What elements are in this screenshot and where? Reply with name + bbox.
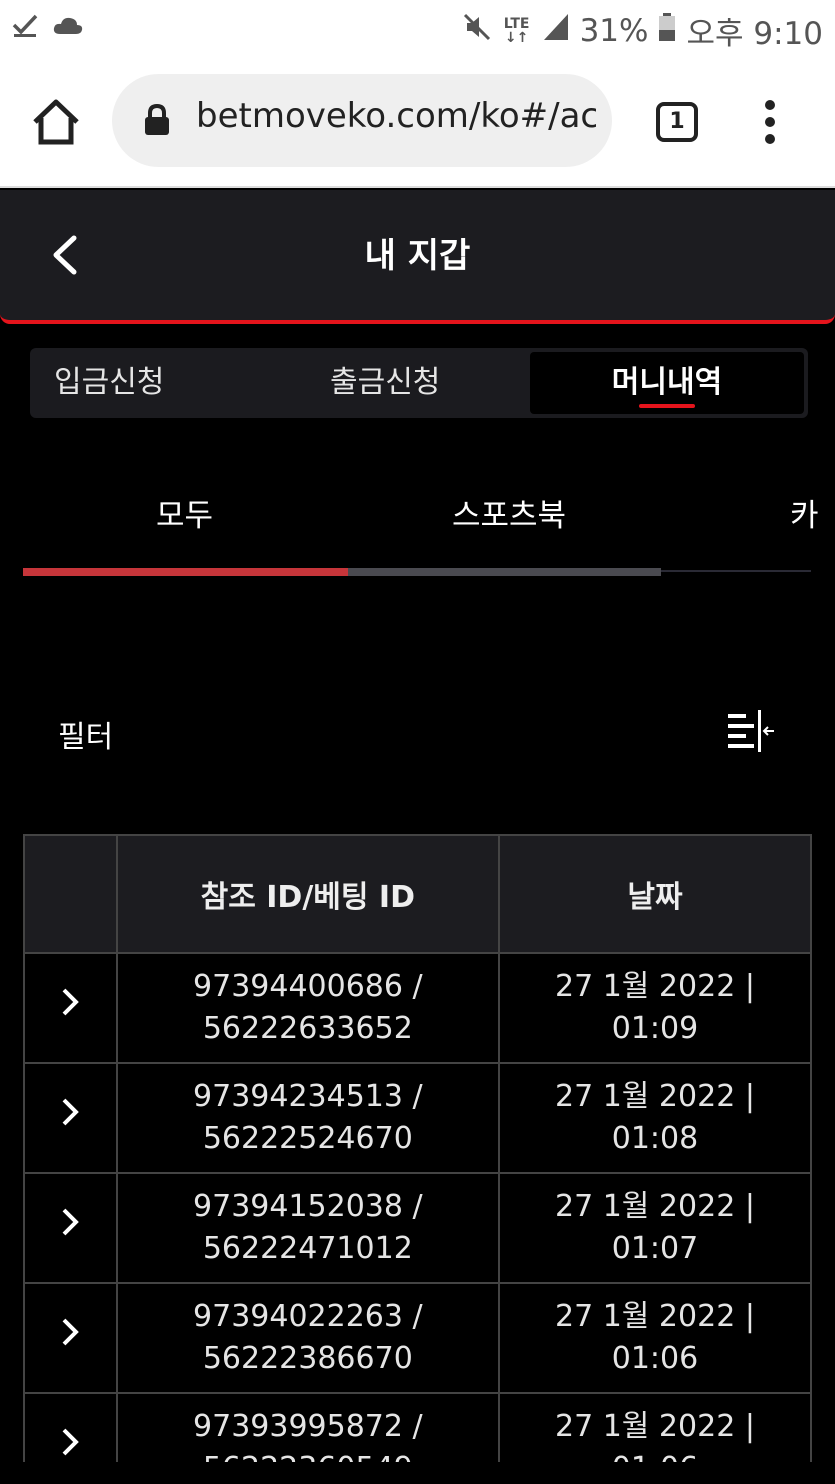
- date: 27 1월 2022 |: [555, 1079, 755, 1114]
- battery-icon: [658, 12, 676, 50]
- expand-cell[interactable]: [23, 1282, 118, 1394]
- home-button[interactable]: [30, 98, 82, 146]
- chevron-right-icon: [62, 1208, 80, 1236]
- date: 27 1월 2022 |: [555, 1299, 755, 1334]
- time: 01:06: [611, 1341, 699, 1376]
- table-row[interactable]: 97394234513 / 56222524670 27 1월 2022 | 01:…: [23, 1062, 813, 1174]
- bet-id: 56222633652: [202, 1011, 413, 1046]
- date-cell: 27 1월 2022 | 01:07: [497, 1172, 813, 1284]
- table-row[interactable]: 97394022263 / 56222386670 27 1월 2022 | 01:…: [23, 1282, 813, 1394]
- bet-id: 56222386670: [202, 1341, 413, 1376]
- header-date: 날짜: [497, 834, 813, 954]
- expand-cell[interactable]: [23, 1062, 118, 1174]
- segment-tabs: 입금신청 출금신청 머니내역: [30, 348, 808, 418]
- network-type: LTE: [503, 15, 530, 32]
- date: 27 1월 2022 |: [555, 1409, 755, 1444]
- tab-deposit[interactable]: 입금신청: [54, 348, 164, 418]
- bet-id: 56222471012: [202, 1231, 413, 1266]
- header-expand: [23, 834, 118, 954]
- address-bar[interactable]: betmoveko.com/ko#/ac: [112, 74, 612, 167]
- battery-percent: 31%: [579, 12, 649, 49]
- dot: [765, 134, 775, 144]
- reference-id: 97394022263 /: [193, 1299, 423, 1334]
- tab-withdraw[interactable]: 출금신청: [330, 348, 440, 418]
- home-icon: [33, 99, 79, 145]
- more-menu-button[interactable]: [762, 100, 778, 146]
- active-tab-indicator: [639, 404, 695, 408]
- date-cell: 27 1월 2022 | 01:08: [497, 1062, 813, 1174]
- table-header-row: 참조 ID/베팅 ID 날짜: [23, 834, 813, 954]
- dot: [765, 100, 775, 110]
- header-reference-id: 참조 ID/베팅 ID: [115, 834, 500, 954]
- table-row[interactable]: 97394400686 / 56222633652 27 1월 2022 | 01:…: [23, 952, 813, 1064]
- chevron-right-icon: [62, 1428, 80, 1456]
- expand-cell[interactable]: [23, 1172, 118, 1284]
- category-tab-sportsbook[interactable]: 스포츠북: [452, 490, 566, 535]
- viewport-bottom-edge: [0, 1462, 835, 1484]
- table-row[interactable]: 97394152038 / 56222471012 27 1월 2022 | 01:…: [23, 1172, 813, 1284]
- lte-icon: LTE ↓↑: [503, 15, 530, 46]
- time: 01:07: [611, 1231, 699, 1266]
- date-cell: 27 1월 2022 | 01:06: [497, 1282, 813, 1394]
- chevron-right-icon: [62, 1098, 80, 1126]
- expand-cell[interactable]: [23, 952, 118, 1064]
- status-bar: LTE ↓↑ 31% 오후 9:10: [0, 0, 835, 58]
- filter-label: 필터: [58, 720, 114, 755]
- lock-icon: [145, 104, 169, 135]
- reference-id: 97394152038 /: [193, 1189, 423, 1224]
- reference-cell: 97394152038 / 56222471012: [115, 1172, 500, 1284]
- reference-id: 97393995872 /: [193, 1409, 423, 1444]
- category-tabs: 모두 스포츠북 카: [0, 470, 835, 580]
- time: 01:08: [611, 1121, 699, 1156]
- tab-money-history-label: 머니내역: [611, 365, 723, 400]
- app-header: 내 지갑: [0, 190, 835, 324]
- date-cell: 27 1월 2022 | 01:09: [497, 952, 813, 1064]
- chevron-right-icon: [62, 988, 80, 1016]
- reference-cell: 97394400686 / 56222633652: [115, 952, 500, 1064]
- url-text: betmoveko.com/ko#/ac: [196, 96, 596, 136]
- mute-icon: [462, 12, 492, 50]
- filter-collapse-icon: [728, 710, 774, 752]
- bet-id: 56222524670: [202, 1121, 413, 1156]
- dot: [765, 117, 775, 127]
- signal-icon: [542, 12, 570, 50]
- filter-toggle-button[interactable]: [726, 710, 776, 752]
- date: 27 1월 2022 |: [555, 969, 755, 1004]
- browser-toolbar: betmoveko.com/ko#/ac 1: [0, 58, 835, 188]
- reference-cell: 97394234513 / 56222524670: [115, 1062, 500, 1174]
- tab-money-history[interactable]: 머니내역: [530, 352, 804, 414]
- reference-id: 97394400686 /: [193, 969, 423, 1004]
- clock: 오후 9:10: [686, 16, 823, 52]
- category-tab-casino[interactable]: 카: [790, 490, 819, 535]
- page-title: 내 지갑: [364, 236, 471, 276]
- time: 01:09: [611, 1011, 699, 1046]
- tab-switcher-button[interactable]: 1: [656, 102, 698, 142]
- reference-cell: 97394022263 / 56222386670: [115, 1282, 500, 1394]
- checkmark-icon: [12, 12, 38, 42]
- history-table: 참조 ID/베팅 ID 날짜 97394400686 / 56222633652 …: [23, 834, 813, 1484]
- reference-id: 97394234513 /: [193, 1079, 423, 1114]
- chevron-right-icon: [62, 1318, 80, 1346]
- category-tab-all[interactable]: 모두: [156, 490, 213, 535]
- cloud-icon: [52, 14, 84, 40]
- date: 27 1월 2022 |: [555, 1189, 755, 1224]
- active-category-indicator: [23, 568, 348, 576]
